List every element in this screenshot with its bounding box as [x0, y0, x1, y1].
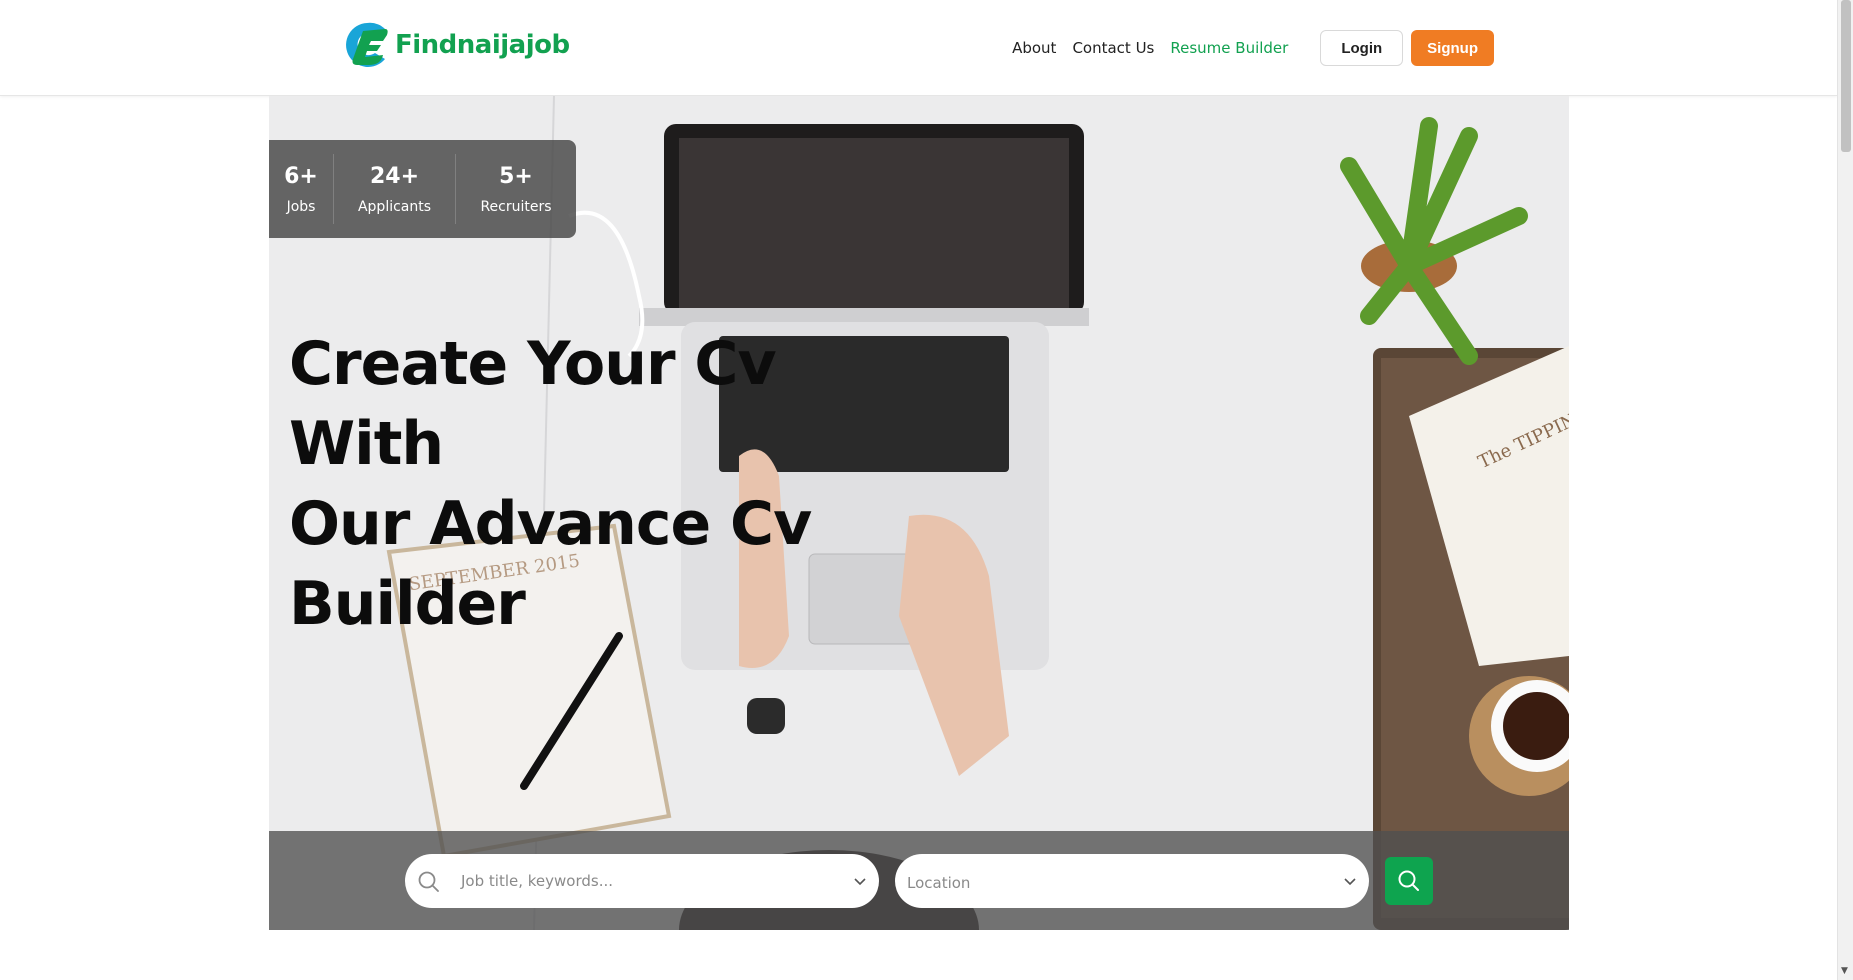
keywords-placeholder: Job title, keywords...: [461, 872, 613, 890]
scrollbar-thumb[interactable]: [1841, 0, 1851, 152]
page-scrollbar[interactable]: ▼: [1837, 0, 1853, 980]
chevron-down-icon: [853, 874, 867, 893]
search-icon: [1398, 870, 1419, 891]
nav-resume-builder[interactable]: Resume Builder: [1170, 39, 1288, 57]
stat-value: 6+: [284, 163, 318, 189]
stat-recruiters: 5+ Recruiters: [456, 140, 576, 238]
brand-name: Findnaijajob: [395, 30, 570, 60]
scroll-down-arrow-icon[interactable]: ▼: [1841, 966, 1848, 976]
headline-line: Create Your Cv With: [289, 329, 777, 479]
search-bar: Job title, keywords... Location: [269, 831, 1569, 930]
chevron-down-icon: [1343, 874, 1357, 893]
search-button[interactable]: [1385, 857, 1433, 905]
headline-line: Builder: [289, 569, 526, 639]
location-placeholder: Location: [907, 874, 971, 892]
logo-mark-icon: [341, 19, 393, 71]
headline-line: Our Advance Cv: [289, 489, 812, 559]
stat-label: Jobs: [286, 198, 316, 215]
stat-label: Recruiters: [480, 198, 552, 215]
stat-value: 24+: [369, 163, 420, 189]
site-header: Findnaijajob About Contact Us Resume Bui…: [0, 0, 1837, 96]
search-icon: [417, 870, 441, 898]
hero-section: The TIPPING PO SEPTEMBER 2015 6+ Jobs: [269, 96, 1569, 930]
stat-jobs: 6+ Jobs: [269, 140, 333, 238]
location-select[interactable]: Location: [895, 854, 1369, 908]
hero-headline: Create Your Cv With Our Advance Cv Build…: [289, 324, 909, 644]
stat-label: Applicants: [357, 198, 432, 215]
keywords-select[interactable]: Job title, keywords...: [405, 854, 879, 908]
brand-logo[interactable]: Findnaijajob: [341, 16, 570, 74]
signup-button[interactable]: Signup: [1411, 30, 1494, 66]
nav-contact-us[interactable]: Contact Us: [1072, 39, 1154, 57]
main-nav: About Contact Us Resume Builder Login Si…: [1012, 30, 1494, 66]
stat-applicants: 24+ Applicants: [334, 140, 455, 238]
nav-about[interactable]: About: [1012, 39, 1056, 57]
login-button[interactable]: Login: [1320, 30, 1404, 66]
stats-panel: 6+ Jobs 24+ Applicants 5+ Recruiters: [269, 140, 576, 238]
stat-value: 5+: [499, 163, 533, 189]
